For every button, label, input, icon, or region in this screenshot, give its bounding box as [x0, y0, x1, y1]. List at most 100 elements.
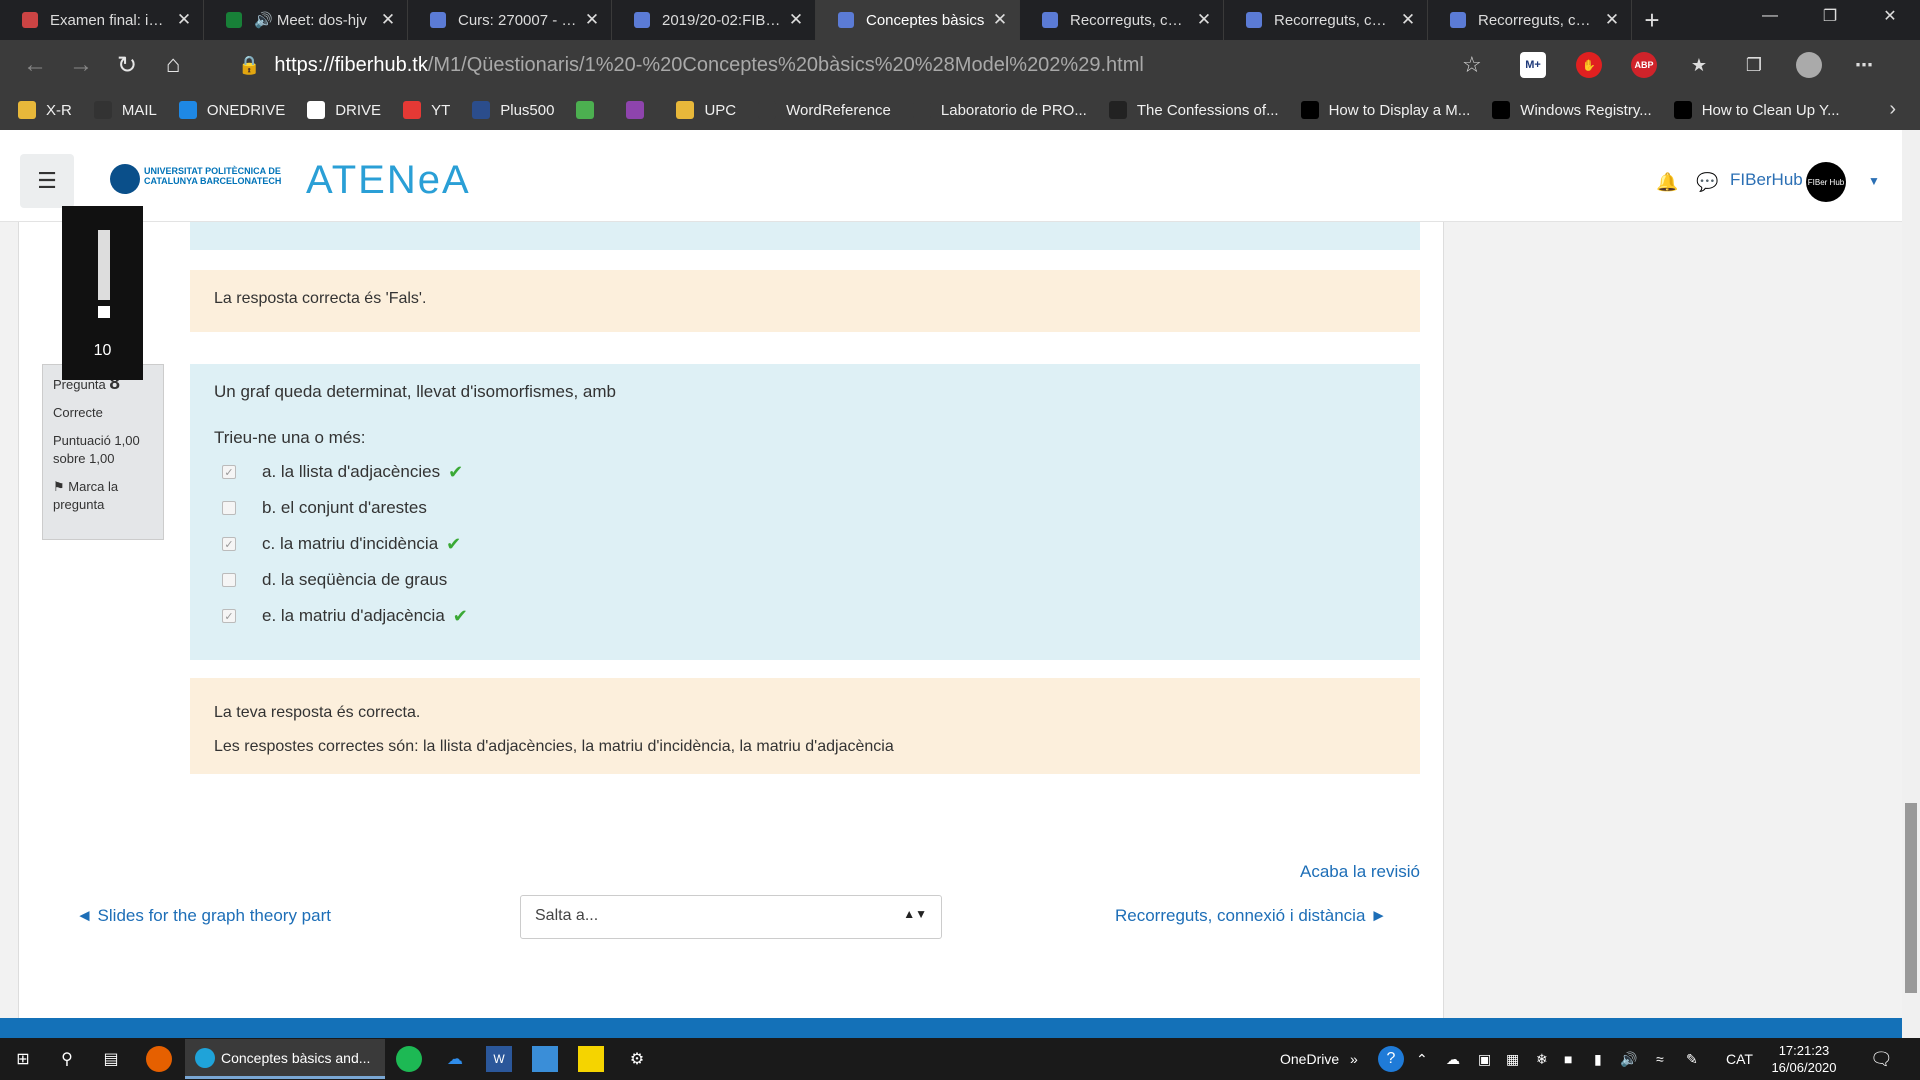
firefox-icon[interactable]: [146, 1046, 172, 1072]
browser-tab[interactable]: Examen final: infor ✕: [0, 0, 204, 40]
scrollbar-thumb[interactable]: [1905, 803, 1917, 993]
profile-icon[interactable]: [1796, 52, 1822, 78]
tray-cloud-icon[interactable]: ☁: [1446, 1038, 1460, 1080]
favorite-star-icon[interactable]: ☆: [1462, 52, 1482, 78]
bookmark-item[interactable]: How to Display a M...: [1300, 101, 1470, 119]
bookmark-item[interactable]: Plus500: [472, 101, 554, 119]
close-tab-icon[interactable]: ✕: [991, 10, 1009, 30]
settings-gear-icon[interactable]: ⚙: [624, 1046, 650, 1072]
tray-app-icon[interactable]: ▣: [1478, 1038, 1491, 1080]
taskbar-app-edge[interactable]: Conceptes bàsics and...: [185, 1039, 385, 1079]
new-tab-button[interactable]: +: [1632, 0, 1672, 40]
jump-to-label: Salta a...: [535, 907, 599, 924]
refresh-button[interactable]: ↻: [104, 45, 150, 85]
maximize-button[interactable]: ❐: [1800, 0, 1860, 32]
bookmark-item[interactable]: DRIVE: [307, 101, 381, 119]
option-checkbox[interactable]: ✓: [222, 609, 236, 623]
upc-logo[interactable]: UNIVERSITAT POLITÈCNICA DE CATALUNYA BAR…: [104, 164, 284, 194]
tray-monitor-icon[interactable]: ▦: [1506, 1038, 1519, 1080]
bookmarks-more-icon[interactable]: ›: [1889, 98, 1896, 121]
option-checkbox[interactable]: [222, 573, 236, 587]
browser-tab[interactable]: Curs: 270007 - MA ✕: [408, 0, 612, 40]
close-tab-icon[interactable]: ✕: [787, 10, 805, 30]
onedrive-icon[interactable]: ☁: [442, 1046, 468, 1072]
extension-m-icon[interactable]: M+: [1520, 52, 1546, 78]
browser-tab[interactable]: Recorreguts, conn ✕: [1020, 0, 1224, 40]
extension-stop-icon[interactable]: ✋: [1576, 52, 1602, 78]
collections-icon[interactable]: ❐: [1741, 52, 1767, 78]
avatar[interactable]: FIBer Hub: [1806, 162, 1846, 202]
close-window-button[interactable]: ✕: [1860, 0, 1920, 32]
bookmark-item[interactable]: X-R: [18, 101, 72, 119]
browser-tab[interactable]: Recorreguts, conn ✕: [1428, 0, 1632, 40]
user-name[interactable]: FIBerHub: [1730, 170, 1803, 190]
page-scrollbar[interactable]: [1902, 130, 1920, 1038]
user-menu-chevron-down-icon[interactable]: ▼: [1868, 174, 1880, 188]
notifications-icon[interactable]: 🔔: [1656, 172, 1678, 193]
option-checkbox[interactable]: ✓: [222, 537, 236, 551]
tray-snowflake-icon[interactable]: ❄: [1536, 1038, 1548, 1080]
finish-review-link[interactable]: Acaba la revisió: [1300, 862, 1420, 882]
word-icon[interactable]: W: [486, 1046, 512, 1072]
bookmark-item[interactable]: Windows Registry...: [1492, 101, 1652, 119]
adblock-icon[interactable]: ABP: [1631, 52, 1657, 78]
close-tab-icon[interactable]: ✕: [379, 10, 397, 30]
browser-tab[interactable]: Recorreguts, conn ✕: [1224, 0, 1428, 40]
url-field[interactable]: 🔒 https://fiberhub.tk/M1/Qüestionaris/1%…: [238, 48, 1490, 82]
wifi-icon[interactable]: ≈: [1656, 1038, 1664, 1080]
battery-icon[interactable]: ▮: [1594, 1038, 1602, 1080]
sticky-notes-icon[interactable]: [578, 1046, 604, 1072]
bookmark-item[interactable]: UPC: [676, 101, 736, 119]
control-panel-icon[interactable]: [532, 1046, 558, 1072]
language-indicator[interactable]: CAT: [1726, 1038, 1753, 1080]
back-button[interactable]: ←: [12, 45, 58, 85]
close-tab-icon[interactable]: ✕: [1195, 10, 1213, 30]
minimize-button[interactable]: —: [1740, 0, 1800, 32]
bookmark-item[interactable]: MAIL: [93, 101, 157, 119]
bookmark-item[interactable]: YT: [403, 101, 450, 119]
forward-button[interactable]: →: [58, 45, 104, 85]
tab-favicon-icon: [1246, 12, 1262, 28]
atenea-logo[interactable]: ATENeA: [306, 158, 471, 203]
more-menu-icon[interactable]: ⋯: [1851, 52, 1877, 78]
task-view-icon[interactable]: ▤: [98, 1046, 124, 1072]
close-tab-icon[interactable]: ✕: [1399, 10, 1417, 30]
messages-icon[interactable]: 💬: [1696, 172, 1718, 193]
notifications-center-icon[interactable]: 🗨: [1870, 1038, 1893, 1080]
bookmark-item[interactable]: The Confessions of...: [1108, 101, 1279, 119]
option-checkbox[interactable]: ✓: [222, 465, 236, 479]
tray-nvidia-icon[interactable]: ■: [1564, 1038, 1572, 1080]
previous-activity-link[interactable]: ◄ Slides for the graph theory part: [76, 906, 331, 926]
jump-to-select[interactable]: Salta a... ▲▼: [520, 895, 942, 939]
help-icon[interactable]: ?: [1378, 1046, 1404, 1072]
bookmark-item[interactable]: Laboratorio de PRO...: [912, 101, 1087, 119]
windows-start-icon[interactable]: ⊞: [10, 1046, 36, 1072]
answer-option: ✓ a. la llista d'adjacències ✔: [214, 454, 1396, 490]
taskbar: ⊞ ⚲ ▤ Conceptes bàsics and... ☁ W ⚙ OneD…: [0, 1038, 1920, 1080]
close-tab-icon[interactable]: ✕: [1603, 10, 1621, 30]
flag-question[interactable]: ⚑ Marca la pregunta: [53, 478, 153, 514]
bookmark-item[interactable]: [626, 101, 654, 119]
browser-tab[interactable]: Conceptes bàsics ✕: [816, 0, 1020, 40]
home-button[interactable]: ⌂: [150, 45, 196, 85]
bookmark-item[interactable]: ONEDRIVE: [178, 101, 285, 119]
favorites-list-icon[interactable]: ★: [1686, 52, 1712, 78]
clock[interactable]: 17:21:23 16/06/2020: [1764, 1042, 1844, 1076]
close-tab-icon[interactable]: ✕: [175, 10, 193, 30]
volume-icon[interactable]: 🔊: [1620, 1038, 1637, 1080]
pen-icon[interactable]: ✎: [1686, 1038, 1698, 1080]
search-icon[interactable]: ⚲: [54, 1046, 80, 1072]
option-checkbox[interactable]: [222, 501, 236, 515]
spotify-icon[interactable]: [396, 1046, 422, 1072]
browser-tab[interactable]: 🔊 Meet: dos-hjv ✕: [204, 0, 408, 40]
bookmark-item[interactable]: [576, 101, 604, 119]
tray-onedrive-label[interactable]: OneDrive: [1280, 1038, 1339, 1080]
tray-overflow-icon[interactable]: ⌃: [1416, 1038, 1428, 1080]
bookmark-item[interactable]: WordReference: [758, 101, 891, 119]
close-tab-icon[interactable]: ✕: [583, 10, 601, 30]
browser-tab[interactable]: 2019/20-02:FIB-27 ✕: [612, 0, 816, 40]
tray-chevron-icon[interactable]: »: [1350, 1038, 1358, 1080]
bookmark-item[interactable]: How to Clean Up Y...: [1673, 101, 1840, 119]
menu-toggle-button[interactable]: ☰: [20, 154, 74, 208]
next-activity-link[interactable]: Recorreguts, connexió i distància ►: [1115, 906, 1387, 926]
